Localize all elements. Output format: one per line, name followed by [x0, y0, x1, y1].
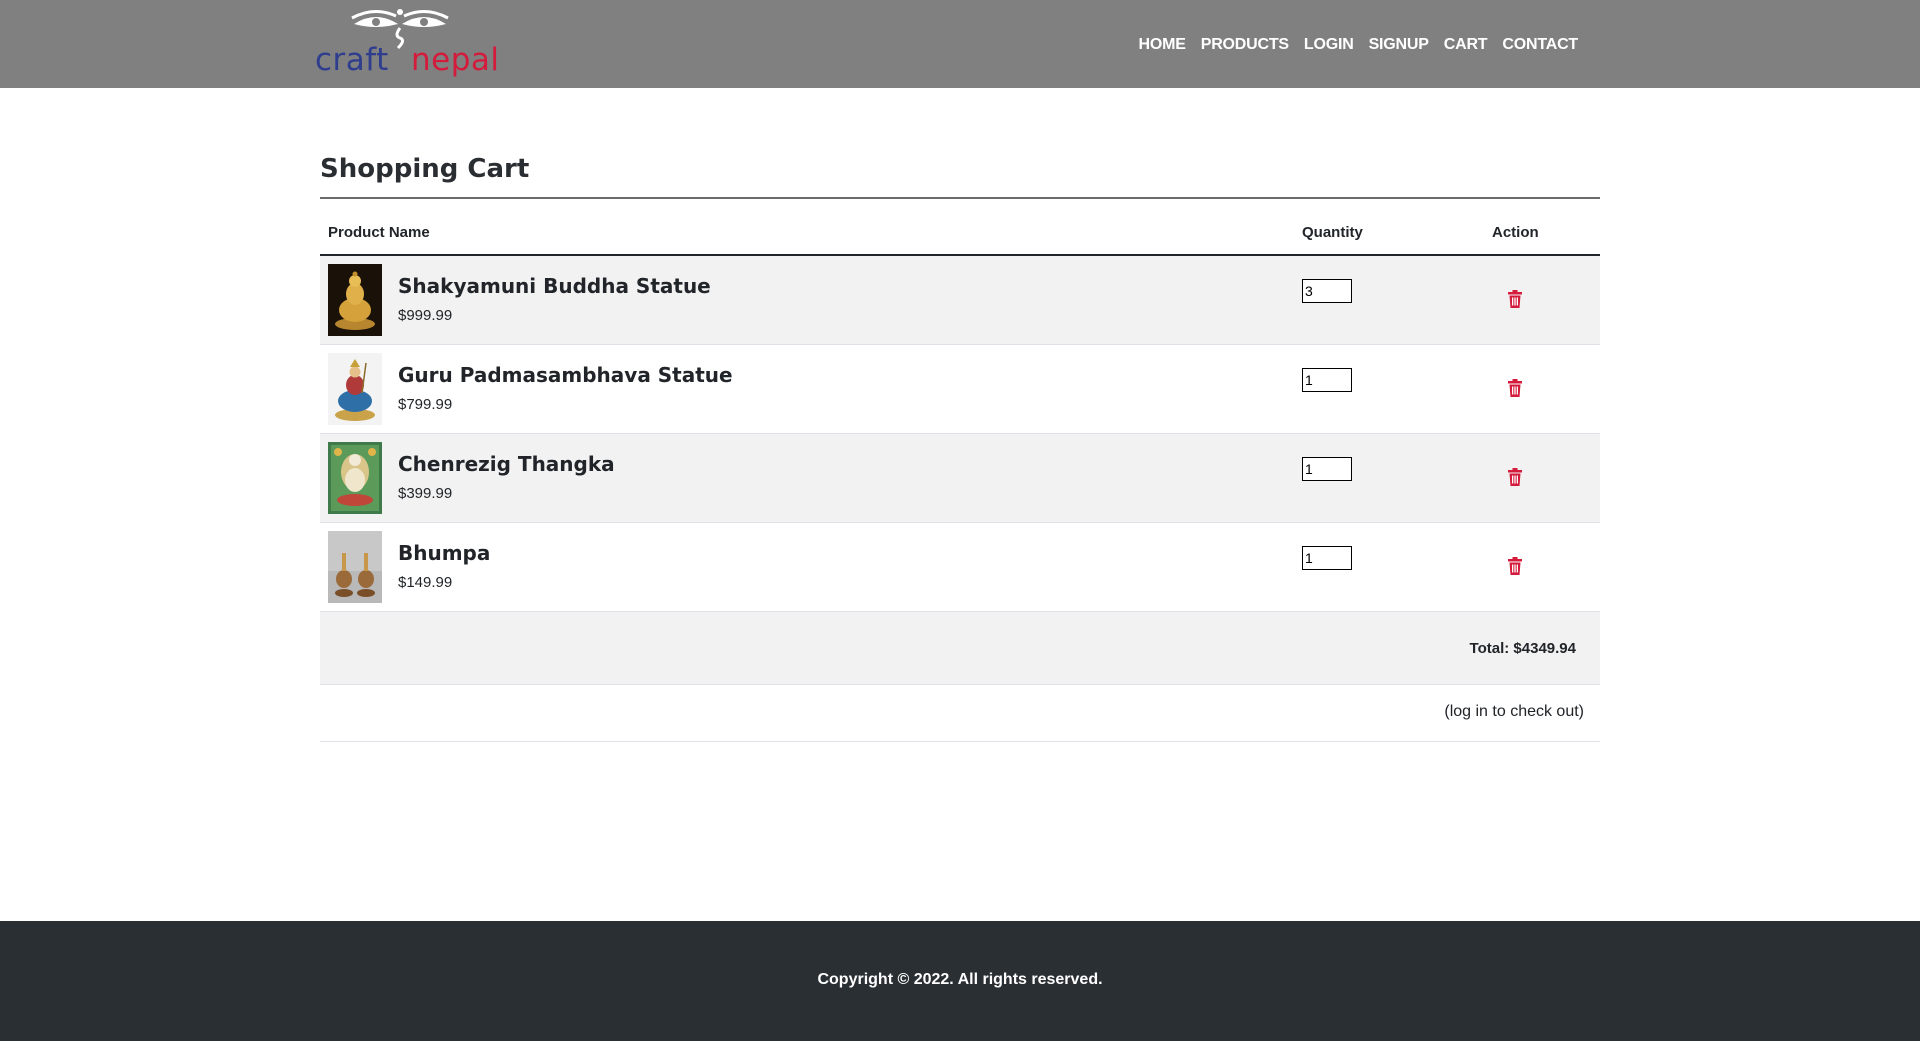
trash-icon[interactable] [1508, 379, 1522, 397]
product-name[interactable]: Guru Padmasambhava Statue [398, 363, 733, 387]
product-price: $399.99 [398, 485, 453, 502]
site-footer: Copyright © 2022. All rights reserved. [0, 921, 1920, 1041]
nav-link-signup[interactable]: SIGNUP [1369, 36, 1429, 53]
trash-icon[interactable] [1508, 290, 1522, 308]
product-name[interactable]: Chenrezig Thangka [398, 452, 615, 476]
trash-icon[interactable] [1508, 557, 1522, 575]
table-row: Shakyamuni Buddha Statue $999.99 [320, 256, 1600, 345]
cart-total: Total: $4349.94 [1469, 640, 1576, 657]
checkout-row: (log in to check out) [320, 685, 1600, 742]
column-header-action: Action [1492, 224, 1539, 241]
logo-text-craft: craft [315, 42, 389, 78]
table-row: Bhumpa $149.99 [320, 523, 1600, 612]
quantity-input[interactable] [1302, 457, 1352, 481]
product-name[interactable]: Bhumpa [398, 541, 490, 565]
buddha-statue-thumbnail[interactable] [328, 264, 382, 336]
site-header: craft nepal HOME PRODUCTS LOGIN SIGNUP C… [0, 0, 1920, 88]
logo-text-nepal: nepal [411, 42, 500, 78]
column-header-product-name: Product Name [328, 224, 430, 241]
column-header-quantity: Quantity [1302, 224, 1363, 241]
checkout-note: (log in to check out) [1444, 703, 1584, 720]
quantity-input[interactable] [1302, 546, 1352, 570]
main-nav: HOME PRODUCTS LOGIN SIGNUP CART CONTACT [1139, 36, 1579, 54]
quantity-input[interactable] [1302, 279, 1352, 303]
nav-link-cart[interactable]: CART [1444, 36, 1488, 53]
bhumpa-vessels-thumbnail[interactable] [328, 531, 382, 603]
cart-total-row: Total: $4349.94 [320, 612, 1600, 685]
product-name[interactable]: Shakyamuni Buddha Statue [398, 274, 711, 298]
quantity-input[interactable] [1302, 368, 1352, 392]
table-header: Product Name Quantity Action [320, 199, 1600, 256]
product-price: $799.99 [398, 396, 453, 413]
nav-item-home: HOME [1139, 36, 1186, 54]
chenrezig-thangka-thumbnail[interactable] [328, 442, 382, 514]
nav-link-home[interactable]: HOME [1139, 36, 1186, 53]
padmasambhava-statue-thumbnail[interactable] [328, 353, 382, 425]
table-row: Guru Padmasambhava Statue $799.99 [320, 345, 1600, 434]
nav-item-contact: CONTACT [1502, 36, 1578, 54]
nav-item-login: LOGIN [1304, 36, 1354, 54]
nav-item-cart: CART [1444, 36, 1488, 54]
nav-link-login[interactable]: LOGIN [1304, 36, 1354, 53]
brand-logo[interactable]: craft nepal [312, 8, 499, 80]
nav-item-signup: SIGNUP [1369, 36, 1429, 54]
nav-link-products[interactable]: PRODUCTS [1201, 36, 1289, 53]
page-title: Shopping Cart [320, 154, 530, 184]
product-price: $149.99 [398, 574, 453, 591]
nav-item-products: PRODUCTS [1201, 36, 1289, 54]
trash-icon[interactable] [1508, 468, 1522, 486]
table-row: Chenrezig Thangka $399.99 [320, 434, 1600, 523]
product-price: $999.99 [398, 307, 453, 324]
copyright-text: Copyright © 2022. All rights reserved. [817, 971, 1103, 988]
nav-link-contact[interactable]: CONTACT [1502, 36, 1578, 53]
cart-table: Product Name Quantity Action Shakyamuni … [320, 199, 1600, 742]
